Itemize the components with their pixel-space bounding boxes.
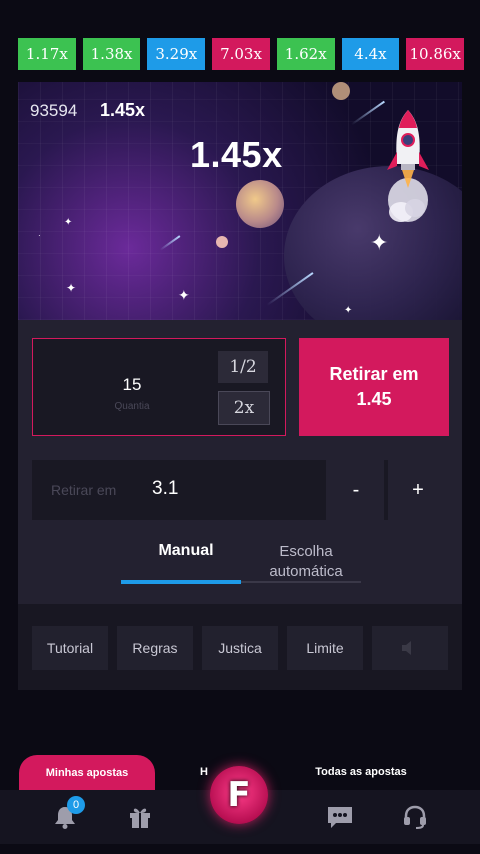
- increase-button[interactable]: +: [390, 460, 446, 520]
- divider: [384, 460, 388, 520]
- round-counter: 93594: [30, 101, 78, 120]
- cashout-value: 1.45: [356, 389, 392, 409]
- rocket-icon: [387, 110, 429, 222]
- notification-badge: 0: [67, 796, 85, 814]
- bet-amount-label: Quantia: [114, 401, 150, 412]
- history-chip[interactable]: 10.86x: [406, 38, 465, 70]
- tab-auto[interactable]: Escolha automática: [244, 542, 368, 582]
- app-screen: 1.17x 1.38x 3.29x 7.03x 1.62x 4.4x 10.86…: [0, 0, 480, 854]
- auto-cashout-value[interactable]: 3.1: [152, 478, 178, 500]
- decrease-button[interactable]: -: [328, 460, 384, 520]
- fairness-button[interactable]: Justica: [202, 626, 278, 670]
- history-chip[interactable]: 1.62x: [276, 38, 335, 70]
- tab-my-bets[interactable]: Minhas apostas: [19, 755, 155, 791]
- star-icon: ✦: [178, 287, 190, 303]
- tutorial-button[interactable]: Tutorial: [32, 626, 108, 670]
- auto-cashout-field[interactable]: Retirar em 3.1: [32, 460, 326, 520]
- history-chip[interactable]: 4.4x: [341, 38, 400, 70]
- comet-graphic: [159, 235, 181, 251]
- multiplier-history: 1.17x 1.38x 3.29x 7.03x 1.62x 4.4x 10.86…: [18, 38, 465, 70]
- tab-all-bets[interactable]: Todas as apostas: [300, 766, 422, 778]
- bet-panel: 15 Quantia 1/2 2x Retirar em 1.45 Retira…: [18, 320, 462, 604]
- tab-history[interactable]: H: [200, 766, 208, 778]
- headset-icon: [404, 805, 426, 829]
- history-chip[interactable]: 1.17x: [18, 38, 76, 70]
- star-icon: ✦: [370, 230, 389, 255]
- half-bet-button[interactable]: 1/2: [218, 351, 268, 383]
- star-icon: ✦: [66, 281, 77, 295]
- history-chip[interactable]: 7.03x: [212, 38, 270, 70]
- tab-manual[interactable]: Manual: [138, 542, 234, 560]
- bet-amount-input[interactable]: 15: [33, 375, 231, 395]
- support-button[interactable]: [400, 802, 430, 832]
- star-icon: ✦: [64, 217, 73, 228]
- auto-cashout-label: Retirar em: [51, 482, 117, 498]
- moon-graphic: [216, 236, 228, 248]
- star-icon: ·: [38, 231, 41, 240]
- moon-graphic: [236, 180, 284, 228]
- current-multiplier: 1.45x: [190, 134, 283, 175]
- moon-graphic: [332, 82, 350, 100]
- rules-button[interactable]: Regras: [117, 626, 193, 670]
- bet-amount-box: 15 Quantia 1/2 2x: [32, 338, 286, 436]
- comet-graphic: [351, 100, 385, 126]
- game-stage: ✦ ✦ ✦ ✦ ✦ · 93594 1.45x 1.45x: [18, 82, 462, 320]
- star-icon: ✦: [344, 305, 353, 316]
- history-chip[interactable]: 1.38x: [82, 38, 141, 70]
- history-chip[interactable]: 3.29x: [147, 38, 206, 70]
- sound-button[interactable]: [372, 626, 448, 670]
- gift-icon: [130, 808, 150, 828]
- app-logo-button[interactable]: F: [210, 766, 268, 824]
- cashout-button[interactable]: Retirar em 1.45: [299, 338, 449, 436]
- tab-auto-line2: automática: [269, 563, 343, 580]
- gift-button[interactable]: [125, 802, 155, 832]
- chat-button[interactable]: [325, 802, 355, 832]
- cashout-label: Retirar em: [329, 364, 419, 384]
- tab-auto-line1: Escolha: [279, 543, 333, 560]
- tab-indicator-active: [121, 580, 241, 584]
- limits-button[interactable]: Limite: [287, 626, 363, 670]
- chat-icon: [328, 807, 352, 828]
- current-multiplier-small: 1.45x: [100, 100, 146, 120]
- info-bar: Tutorial Regras Justica Limite: [18, 604, 462, 690]
- double-bet-button[interactable]: 2x: [218, 391, 270, 425]
- speaker-icon: [402, 641, 411, 655]
